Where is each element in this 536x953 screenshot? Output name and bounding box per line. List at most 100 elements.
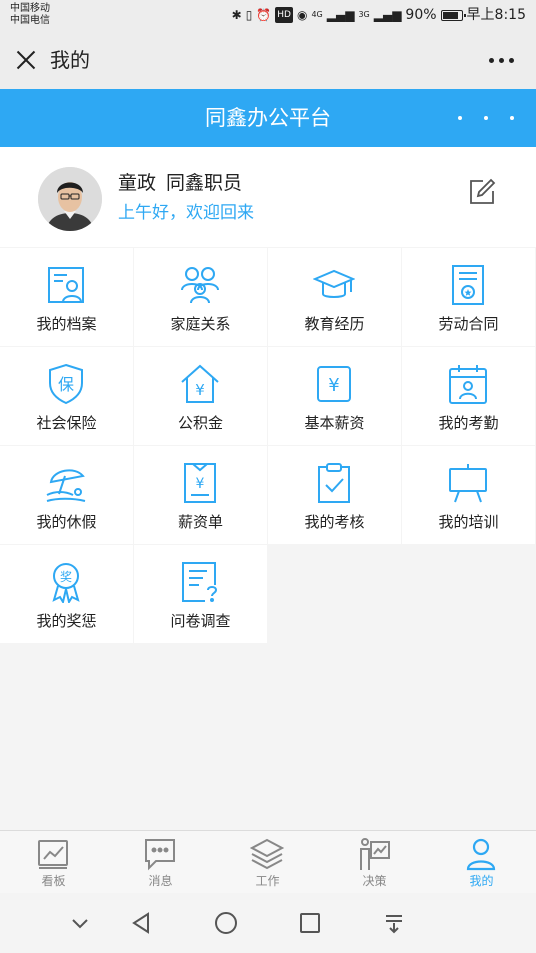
user-role: 同鑫职员 [166,172,243,194]
system-nav-bar [0,893,536,953]
grid-item-survey[interactable]: 问卷调查 [134,545,267,643]
hd-icon: HD [275,7,293,23]
app-menu-icon[interactable] [458,116,514,120]
grid-label: 我的考核 [304,513,365,531]
bottom-tab-bar: 看板 消息 工作 决策 我的 [0,830,536,893]
grid-item-assessment[interactable]: 我的考核 [268,446,401,544]
home-icon[interactable] [212,909,240,937]
survey-icon [179,561,221,603]
bluetooth-icon: ✱ [231,8,242,22]
grid-label: 我的考勤 [438,414,499,432]
grid-label: 我的培训 [438,513,499,531]
grid-item-profile[interactable]: 我的档案 [0,248,133,346]
contract-icon [447,264,489,306]
grid-label: 教育经历 [304,315,365,333]
status-indicators: ✱ ▯ ⏰ HD ◉ 4G ▂▄▆ 3G ▂▄▆ 90% 早上8:15 [232,7,526,23]
grid-label: 社会保险 [36,414,97,432]
grid-item-housing-fund[interactable]: ¥ 公积金 [134,347,267,445]
signal-icon: ▂▄▆ [326,8,355,22]
grid-item-education[interactable]: 教育经历 [268,248,401,346]
grid-label: 薪资单 [177,513,223,531]
svg-text:¥: ¥ [328,375,339,396]
presenter-icon [357,837,391,871]
message-icon [143,837,177,871]
grid-label: 基本薪资 [304,414,365,432]
edit-icon[interactable] [467,177,497,207]
attendance-icon [447,363,489,405]
tab-label: 我的 [469,874,494,888]
svg-text:¥: ¥ [196,476,205,492]
battery-percent: 90% [405,7,437,23]
shield-icon: 保 [45,363,87,405]
app-title: 同鑫办公平台 [205,106,331,130]
house-fund-icon: ¥ [179,363,221,405]
svg-text:保: 保 [58,375,74,394]
close-icon[interactable] [14,48,38,72]
app-header: 同鑫办公平台 [0,89,536,147]
grid-item-rewards[interactable]: 奖 我的奖惩 [0,545,133,643]
grid-item-attendance[interactable]: 我的考勤 [402,347,535,445]
tab-label: 工作 [255,874,280,888]
grid-item-salary[interactable]: ¥ 基本薪资 [268,347,401,445]
network-3g: 3G [358,10,370,19]
greeting: 上午好，欢迎回来 [118,203,254,223]
svg-text:¥: ¥ [195,381,205,399]
clipboard-check-icon [313,462,355,504]
back-icon[interactable] [128,909,156,937]
dashboard-icon [36,837,70,871]
grid-label: 问卷调查 [170,612,231,630]
tab-mine[interactable]: 我的 [428,831,535,894]
vibrate-icon: ▯ [245,8,253,22]
salary-icon: ¥ [313,363,355,405]
user-line: 童政 同鑫职员 [118,171,242,195]
eye-icon: ◉ [296,8,308,22]
tab-label: 消息 [148,874,173,888]
family-icon [179,264,221,306]
network-4g: 4G [311,10,323,19]
profile-card-icon [45,264,87,306]
signal-icon-2: ▂▄▆ [373,8,402,22]
grid-label: 家庭关系 [170,315,231,333]
grid-label: 劳动合同 [438,315,499,333]
tab-work[interactable]: 工作 [214,831,321,894]
grid-item-training[interactable]: 我的培训 [402,446,535,544]
grid-item-contract[interactable]: 劳动合同 [402,248,535,346]
tab-decision[interactable]: 决策 [321,831,428,894]
tab-messages[interactable]: 消息 [107,831,214,894]
grid-label: 我的奖惩 [36,612,97,630]
grid-label: 公积金 [177,414,223,432]
grid-item-insurance[interactable]: 保 社会保险 [0,347,133,445]
layers-icon [249,837,285,871]
tab-dashboard[interactable]: 看板 [0,831,107,894]
status-bar: 中国移动 中国电信 ✱ ▯ ⏰ HD ◉ 4G ▂▄▆ 3G ▂▄▆ 90% 早… [0,0,536,32]
svg-text:奖: 奖 [60,570,72,584]
notification-pull-icon[interactable] [380,909,408,937]
award-medal-icon: 奖 [45,561,87,605]
graduation-cap-icon [312,264,356,306]
grid-item-family[interactable]: 家庭关系 [134,248,267,346]
battery-icon [440,9,466,21]
recent-apps-icon[interactable] [296,909,324,937]
page-title: 我的 [50,48,90,72]
beach-umbrella-icon [45,462,87,504]
collapse-icon[interactable] [66,909,94,937]
avatar[interactable] [38,167,102,231]
payslip-icon: ¥ [179,462,221,504]
carrier-1: 中国移动 [10,3,50,14]
grid-item-payslip[interactable]: ¥ 薪资单 [134,446,267,544]
profile-card: 童政 同鑫职员 上午好，欢迎回来 [0,147,536,247]
easel-board-icon [447,462,489,504]
grid-label: 我的档案 [36,315,97,333]
grid-label: 我的休假 [36,513,97,531]
tab-label: 决策 [362,874,387,888]
clock: 早上8:15 [466,7,526,23]
more-icon[interactable] [489,58,514,63]
person-icon [464,837,498,871]
carrier-info: 中国移动 中国电信 [10,3,50,27]
alarm-icon: ⏰ [256,8,272,22]
user-name: 童政 [118,172,157,194]
tab-label: 看板 [41,874,66,888]
carrier-2: 中国电信 [10,15,50,26]
title-bar: 我的 [0,32,536,89]
grid-item-leave[interactable]: 我的休假 [0,446,133,544]
